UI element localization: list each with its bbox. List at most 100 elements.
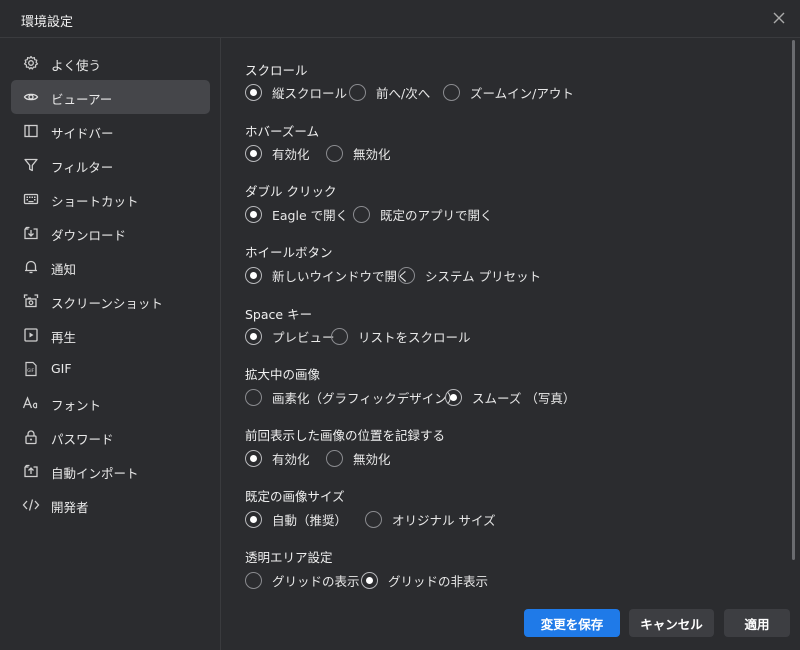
- sidebar-item-label: フィルター: [51, 160, 114, 175]
- eye-icon: [22, 88, 40, 106]
- sidebar-item-label: フォント: [51, 398, 102, 413]
- radio-label: 無効化: [353, 452, 391, 467]
- close-icon[interactable]: [770, 9, 788, 27]
- radio-remember-disable[interactable]: 無効化: [326, 449, 391, 468]
- radio-label: スムーズ （写真）: [472, 391, 576, 406]
- apply-button[interactable]: 適用: [724, 609, 790, 637]
- bell-icon: [22, 258, 40, 276]
- radio-vertical-scroll[interactable]: 縦スクロール: [245, 83, 347, 102]
- radio-indicator: [245, 572, 262, 589]
- radio-size-original[interactable]: オリジナル サイズ: [365, 510, 496, 529]
- radio-space-scroll-list[interactable]: リストをスクロール: [331, 327, 471, 346]
- sidebar-item-label: 再生: [51, 330, 77, 345]
- sidebar-item-label: スクリーンショット: [51, 296, 163, 311]
- sidebar-item-label: GIF: [51, 361, 72, 376]
- radio-space-preview[interactable]: プレビュー: [245, 327, 335, 346]
- radio-indicator: [349, 84, 366, 101]
- radio-indicator: [445, 389, 462, 406]
- import-icon: [22, 462, 40, 480]
- radio-indicator: [245, 145, 262, 162]
- sidebar-item-viewer[interactable]: ビューアー: [11, 80, 210, 114]
- section-title-wheel-button: ホイールボタン: [245, 245, 333, 260]
- lock-icon: [22, 428, 40, 446]
- radio-indicator: [365, 511, 382, 528]
- sidebar-item-favorites[interactable]: よく使う: [11, 46, 210, 80]
- save-button[interactable]: 変更を保存: [524, 609, 620, 637]
- sidebar-icon: [22, 122, 40, 140]
- radio-label: システム プリセット: [425, 269, 542, 284]
- section-title-scroll: スクロール: [245, 63, 308, 78]
- radio-label: 新しいウインドウで開く: [272, 269, 410, 284]
- radio-label: 前へ/次へ: [376, 86, 431, 101]
- radio-indicator: [326, 145, 343, 162]
- section-title-default-size: 既定の画像サイズ: [245, 489, 345, 504]
- radio-indicator: [326, 450, 343, 467]
- sidebar: よく使う ビューアー サイドバー フィルター ショートカット ダウンロード 通知…: [0, 38, 221, 650]
- cancel-button[interactable]: キャンセル: [629, 609, 714, 637]
- download-icon: [22, 224, 40, 242]
- sidebar-item-password[interactable]: パスワード: [11, 420, 210, 454]
- filter-icon: [22, 156, 40, 174]
- sidebar-item-label: 通知: [51, 262, 77, 277]
- window-title: 環境設定: [21, 15, 74, 30]
- radio-open-default-app[interactable]: 既定のアプリで開く: [353, 205, 493, 224]
- radio-label: 有効化: [272, 452, 310, 467]
- radio-indicator: [245, 84, 262, 101]
- sidebar-item-label: ダウンロード: [51, 228, 127, 243]
- section-title-remember-position: 前回表示した画像の位置を記録する: [245, 428, 446, 443]
- radio-label: Eagle で開く: [272, 208, 349, 223]
- radio-label: 画素化（グラフィックデザイン）: [272, 391, 460, 406]
- sidebar-item-label: ショートカット: [51, 194, 139, 209]
- radio-system-preset[interactable]: システム プリセット: [398, 266, 541, 285]
- radio-pixelated[interactable]: 画素化（グラフィックデザイン）: [245, 388, 459, 407]
- sidebar-item-gif[interactable]: GIF GIF: [11, 352, 210, 386]
- sidebar-item-screenshot[interactable]: スクリーンショット: [11, 284, 210, 318]
- screenshot-icon: [22, 292, 40, 310]
- radio-show-grid[interactable]: グリッドの表示: [245, 571, 360, 590]
- radio-label: 自動（推奨）: [272, 513, 348, 528]
- sidebar-item-sidebar[interactable]: サイドバー: [11, 114, 210, 148]
- radio-hover-zoom-disable[interactable]: 無効化: [326, 144, 391, 163]
- radio-label: 無効化: [353, 147, 391, 162]
- radio-open-new-window[interactable]: 新しいウインドウで開く: [245, 266, 410, 285]
- radio-size-auto[interactable]: 自動（推奨）: [245, 510, 347, 529]
- radio-indicator: [245, 206, 262, 223]
- play-icon: [22, 326, 40, 344]
- sidebar-item-shortcuts[interactable]: ショートカット: [11, 182, 210, 216]
- radio-indicator: [361, 572, 378, 589]
- radio-indicator: [245, 450, 262, 467]
- radio-indicator: [245, 328, 262, 345]
- radio-indicator: [245, 389, 262, 406]
- radio-remember-enable[interactable]: 有効化: [245, 449, 310, 468]
- radio-indicator: [443, 84, 460, 101]
- gear-icon: [22, 54, 40, 72]
- sidebar-item-developer[interactable]: 開発者: [11, 488, 210, 522]
- gif-icon: GIF: [22, 360, 40, 378]
- radio-smooth[interactable]: スムーズ （写真）: [445, 388, 575, 407]
- scrollbar[interactable]: [792, 40, 795, 560]
- radio-open-in-eagle[interactable]: Eagle で開く: [245, 205, 348, 224]
- sidebar-item-playback[interactable]: 再生: [11, 318, 210, 352]
- radio-label: オリジナル サイズ: [392, 513, 496, 528]
- sidebar-item-label: パスワード: [51, 432, 114, 447]
- sidebar-item-auto-import[interactable]: 自動インポート: [11, 454, 210, 488]
- svg-text:GIF: GIF: [27, 368, 34, 373]
- radio-indicator: [353, 206, 370, 223]
- code-icon: [22, 496, 40, 514]
- radio-indicator: [245, 511, 262, 528]
- keyboard-icon: [22, 190, 40, 208]
- sidebar-item-filter[interactable]: フィルター: [11, 148, 210, 182]
- sidebar-item-notifications[interactable]: 通知: [11, 250, 210, 284]
- section-title-double-click: ダブル クリック: [245, 184, 337, 199]
- radio-prev-next[interactable]: 前へ/次へ: [349, 83, 430, 102]
- sidebar-item-download[interactable]: ダウンロード: [11, 216, 210, 250]
- sidebar-item-label: ビューアー: [51, 92, 113, 107]
- sidebar-item-label: よく使う: [51, 58, 102, 73]
- radio-hide-grid[interactable]: グリッドの非表示: [361, 571, 488, 590]
- radio-label: 有効化: [272, 147, 310, 162]
- sidebar-item-font[interactable]: フォント: [11, 386, 210, 420]
- sidebar-item-label: 自動インポート: [51, 466, 139, 481]
- radio-zoom-in-out[interactable]: ズームイン/アウト: [443, 83, 574, 102]
- radio-label: 既定のアプリで開く: [380, 208, 493, 223]
- radio-hover-zoom-enable[interactable]: 有効化: [245, 144, 310, 163]
